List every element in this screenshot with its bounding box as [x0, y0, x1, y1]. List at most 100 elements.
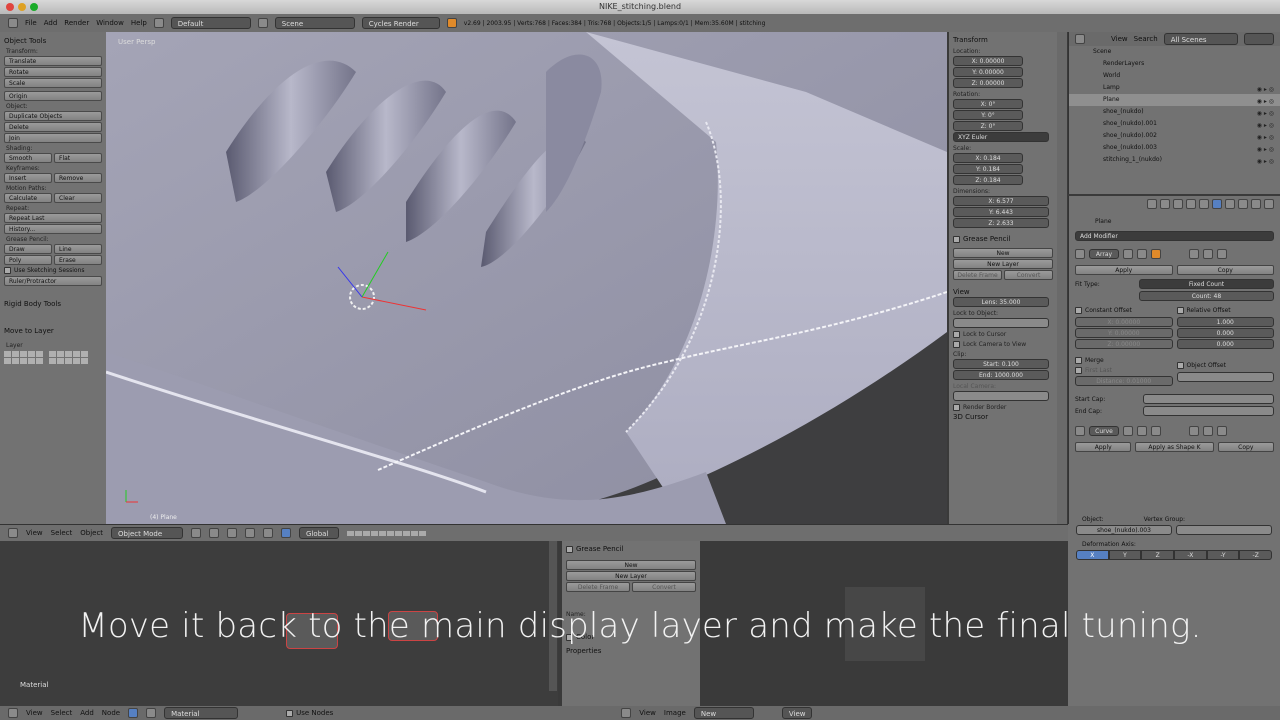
image-view-menu[interactable]: View	[639, 709, 656, 717]
line-button[interactable]: Line	[54, 244, 102, 254]
outliner-filter-dropdown[interactable]: All Scenes	[1163, 33, 1238, 45]
rotation-y-field[interactable]: Y: 0°	[953, 110, 1023, 120]
remove-keyframe-button[interactable]: Remove	[54, 173, 102, 183]
count-field[interactable]: Count: 48	[1139, 291, 1274, 301]
local-camera-field[interactable]	[953, 391, 1049, 401]
3d-view-editor-icon[interactable]	[8, 528, 18, 538]
flat-button[interactable]: Flat	[54, 153, 102, 163]
layer-block-left[interactable]	[4, 351, 43, 364]
curve-object-field[interactable]: shoe_(nukdo).003	[1076, 525, 1172, 535]
sketching-checkbox[interactable]	[4, 267, 11, 274]
outliner-view-menu[interactable]: View	[1111, 35, 1128, 43]
world-tab-icon[interactable]	[1186, 199, 1196, 209]
fit-type-dropdown[interactable]: Fixed Count	[1139, 279, 1274, 289]
outliner-item-shoe-002[interactable]: shoe_(nukdo).002 ◉ ▸ ◎	[1069, 130, 1280, 142]
image-image-menu[interactable]: Image	[664, 709, 686, 717]
merge-distance-field[interactable]: Distance: 0.01000	[1075, 376, 1173, 386]
relative-offset-checkbox[interactable]	[1176, 307, 1184, 314]
3d-viewport[interactable]: User Persp (4) Plane	[106, 32, 947, 524]
menu-file[interactable]: File	[25, 19, 37, 27]
scene-tab-icon[interactable]	[1173, 199, 1183, 209]
image-editor-icon[interactable]	[621, 708, 632, 718]
first-last-checkbox[interactable]	[1075, 367, 1082, 374]
node-new-layer-button[interactable]: New Layer	[566, 571, 696, 581]
vertex-group-field[interactable]	[1176, 525, 1272, 535]
outliner-item-shoe-001[interactable]: shoe_(nukdo).001 ◉ ▸ ◎	[1069, 118, 1280, 130]
apply-as-shape-button[interactable]: Apply as Shape K	[1135, 442, 1214, 452]
array-modifier-name[interactable]: Array	[1089, 249, 1119, 259]
dimensions-z-field[interactable]: Z: 2.633	[953, 218, 1049, 228]
origin-button[interactable]: Origin	[4, 91, 102, 101]
select-menu[interactable]: Select	[51, 529, 73, 537]
relative-y-field[interactable]: 0.000	[1176, 328, 1274, 338]
info-editor-icon[interactable]	[8, 18, 18, 28]
visibility-eye-icon[interactable]: ◉ ▸ ◎	[1257, 156, 1274, 168]
pivot-point-icon[interactable]	[209, 528, 220, 538]
constant-offset-checkbox[interactable]	[1075, 307, 1082, 314]
object-menu[interactable]: Object	[80, 529, 103, 537]
ruler-button[interactable]: Ruler/Protractor	[4, 276, 102, 286]
translate-manipulator-icon[interactable]	[245, 528, 256, 538]
outliner-item-scene[interactable]: Scene	[1069, 46, 1280, 58]
screen-layout-dropdown[interactable]: Default	[170, 17, 251, 29]
physics-tab-icon[interactable]	[1264, 199, 1274, 209]
relative-x-field[interactable]: 1.000	[1176, 317, 1274, 327]
location-y-field[interactable]: Y: 0.00000	[953, 67, 1023, 77]
zoom-window-icon[interactable]	[30, 3, 38, 11]
node-editor-icon[interactable]	[8, 708, 18, 718]
convert-button[interactable]: Convert	[1004, 270, 1053, 280]
editmode-toggle-icon[interactable]	[1151, 249, 1161, 259]
object-offset-checkbox[interactable]	[1176, 361, 1184, 369]
minimize-window-icon[interactable]	[18, 3, 26, 11]
relative-z-field[interactable]: 0.000	[1176, 339, 1274, 349]
view-panel-header[interactable]: View	[953, 287, 1053, 297]
rotation-z-field[interactable]: Z: 0°	[953, 121, 1023, 131]
history-button[interactable]: History...	[4, 224, 102, 234]
lock-object-field[interactable]	[953, 318, 1049, 328]
axis-neg-z-button[interactable]: -Z	[1239, 550, 1273, 560]
rotate-manipulator-icon[interactable]	[263, 528, 274, 538]
view-dropdown[interactable]: View	[781, 707, 812, 719]
texture-tab-icon[interactable]	[1238, 199, 1248, 209]
erase-button[interactable]: Erase	[54, 255, 102, 265]
node-properties-panel[interactable]: Properties	[566, 646, 696, 656]
clip-end-field[interactable]: End: 1000.000	[953, 370, 1049, 380]
material-tab-icon[interactable]	[1225, 199, 1235, 209]
layer-grid[interactable]	[4, 351, 102, 364]
move-down-icon[interactable]	[1203, 426, 1213, 436]
axis-y-button[interactable]: Y	[1108, 550, 1142, 560]
outliner-search-menu[interactable]: Search	[1134, 35, 1158, 43]
remove-modifier-icon[interactable]	[1217, 426, 1227, 436]
lock-camera-checkbox[interactable]	[953, 341, 960, 348]
calculate-button[interactable]: Calculate	[4, 193, 52, 203]
end-cap-field[interactable]	[1143, 406, 1274, 416]
object-tab-icon[interactable]	[1199, 199, 1209, 209]
realtime-toggle-icon[interactable]	[1123, 426, 1133, 436]
array-copy-button[interactable]: Copy	[1176, 265, 1274, 275]
outliner-item-lamp[interactable]: Lamp ◉ ▸ ◎	[1069, 82, 1280, 94]
join-button[interactable]: Join	[4, 133, 102, 143]
remove-modifier-icon[interactable]	[1217, 249, 1227, 259]
outliner-item-shoe[interactable]: shoe_(nukdo) ◉ ▸ ◎	[1069, 106, 1280, 118]
outliner-item-plane[interactable]: Plane ◉ ▸ ◎	[1069, 94, 1280, 106]
mode-dropdown[interactable]: Object Mode	[111, 527, 184, 539]
outliner-item-shoe-003[interactable]: shoe_(nukdo).003 ◉ ▸ ◎	[1069, 142, 1280, 154]
smooth-button[interactable]: Smooth	[4, 153, 52, 163]
render-toggle-icon[interactable]	[1137, 249, 1147, 259]
insert-keyframe-button[interactable]: Insert	[4, 173, 52, 183]
node-view-menu[interactable]: View	[26, 709, 43, 717]
menu-render[interactable]: Render	[64, 19, 89, 27]
scale-x-field[interactable]: X: 0.184	[953, 153, 1023, 163]
image-new-button[interactable]: New	[693, 707, 754, 719]
constant-y-field[interactable]: Y: 0.00000	[1075, 328, 1173, 338]
render-engine-dropdown[interactable]: Cycles Render	[361, 17, 440, 29]
node-convert-button[interactable]: Convert	[632, 582, 696, 592]
manipulator-icon[interactable]	[227, 528, 238, 538]
scale-button[interactable]: Scale	[4, 78, 102, 88]
rigid-body-panel[interactable]: Rigid Body Tools	[4, 300, 102, 309]
location-z-field[interactable]: Z: 0.00000	[953, 78, 1023, 88]
outliner-search-field[interactable]	[1243, 33, 1274, 45]
lens-field[interactable]: Lens: 35.000	[953, 297, 1049, 307]
3d-cursor-panel-header[interactable]: 3D Cursor	[953, 412, 1053, 422]
add-modifier-dropdown[interactable]: Add Modifier	[1075, 231, 1274, 241]
